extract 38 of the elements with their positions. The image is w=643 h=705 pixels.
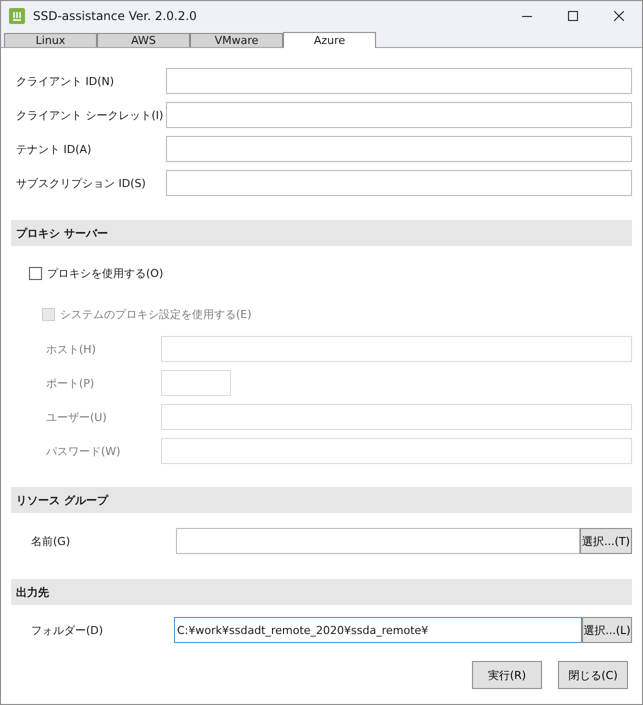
field-label: ポート(P) [45, 376, 96, 390]
dialog-button[interactable]: 実行(R) [472, 661, 542, 689]
field-label: クライアント ID(N) [15, 74, 116, 88]
input-field[interactable]: C:¥work¥ssdadt_remote_2020¥ssda_remote¥ [174, 617, 582, 643]
tab[interactable]: Linux [4, 33, 97, 47]
tab[interactable]: Azure [283, 32, 376, 48]
tab[interactable]: AWS [97, 33, 190, 47]
input-field[interactable] [166, 68, 632, 94]
checkbox[interactable] [29, 266, 42, 280]
field-label: パスワード(W) [45, 444, 122, 458]
section-header: プロキシ サーバー [11, 220, 632, 246]
field-label: フォルダー(D) [30, 622, 104, 638]
window-title: SSD-assistance Ver. 2.0.2.0 [33, 9, 198, 23]
input-field[interactable] [176, 528, 580, 554]
field-label: 名前(G) [30, 534, 72, 548]
input-field[interactable] [161, 404, 632, 430]
field-label: ホスト(H) [45, 342, 97, 356]
maximize-icon[interactable] [568, 11, 578, 21]
input-field[interactable] [166, 170, 632, 196]
checkbox-label: システムのプロキシ設定を使用する(E) [60, 306, 252, 322]
section-header: リソース グループ [11, 487, 632, 513]
input-field[interactable] [161, 336, 632, 362]
checkbox-label: プロキシを使用する(O) [47, 266, 164, 280]
section-header: 出力先 [11, 579, 632, 605]
app-icon [9, 8, 25, 24]
browse-button[interactable]: 選択...(L) [582, 617, 632, 643]
input-field[interactable] [161, 370, 231, 396]
close-icon[interactable] [614, 11, 624, 21]
input-field[interactable] [166, 136, 632, 162]
field-label: サブスクリプション ID(S) [15, 176, 147, 190]
field-label: ユーザー(U) [45, 410, 108, 424]
browse-button[interactable]: 選択...(T) [580, 528, 632, 554]
tab[interactable]: VMware [190, 33, 283, 47]
dialog-button[interactable]: 閉じる(C) [558, 661, 628, 689]
field-label: クライアント シークレット(I) [15, 108, 164, 122]
input-field[interactable] [166, 102, 632, 128]
input-field[interactable] [161, 438, 632, 464]
field-label: テナント ID(A) [15, 142, 92, 156]
